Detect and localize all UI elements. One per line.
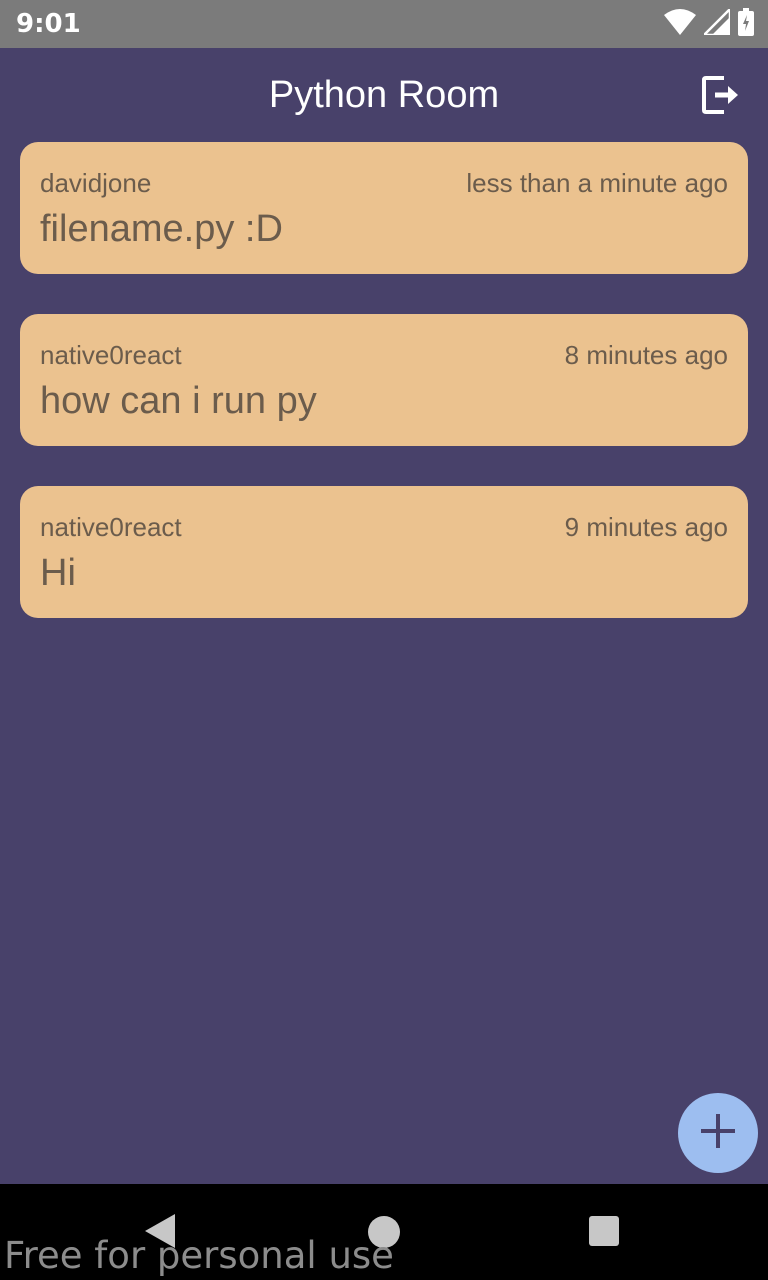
message-timestamp: less than a minute ago [466, 168, 728, 198]
logout-icon [700, 74, 742, 121]
status-time: 9:01 [16, 9, 81, 39]
signal-icon [700, 5, 732, 40]
message-username: native0react [40, 512, 182, 542]
watermark: Free for personal use [4, 1234, 394, 1277]
message-timestamp: 8 minutes ago [564, 340, 728, 370]
message-card[interactable]: davidjone less than a minute ago filenam… [20, 142, 748, 274]
message-text: filename.py :D [40, 208, 283, 250]
plus-icon [698, 1111, 738, 1156]
message-text: how can i run py [40, 380, 317, 422]
logout-button[interactable] [698, 74, 744, 120]
battery-icon [738, 7, 754, 41]
add-message-button[interactable] [678, 1093, 758, 1173]
message-text: Hi [40, 552, 76, 594]
page-title: Python Room [268, 74, 500, 116]
recents-icon[interactable] [589, 1216, 619, 1246]
wifi-icon [664, 8, 696, 40]
message-username: davidjone [40, 168, 152, 198]
message-card[interactable]: native0react 9 minutes ago Hi [20, 486, 748, 618]
message-username: native0react [40, 340, 182, 370]
message-card[interactable]: native0react 8 minutes ago how can i run… [20, 314, 748, 446]
status-icons [664, 5, 754, 41]
status-bar: 9:01 [0, 0, 768, 48]
app-bar: Python Room [0, 48, 768, 144]
message-list: davidjone less than a minute ago filenam… [20, 142, 748, 658]
message-timestamp: 9 minutes ago [564, 512, 728, 542]
